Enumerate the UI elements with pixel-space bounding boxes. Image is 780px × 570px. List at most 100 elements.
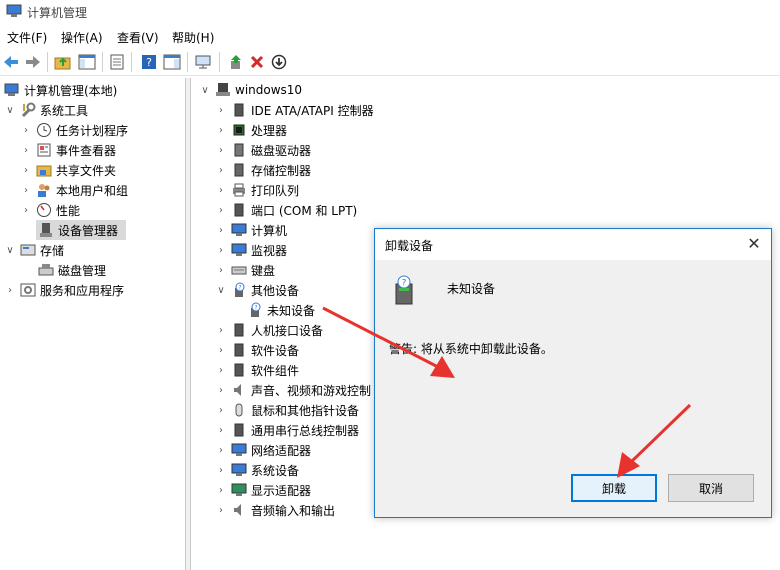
expand-icon[interactable]: › xyxy=(215,244,227,256)
device-category-item[interactable]: › 键盘 xyxy=(215,260,275,280)
menu-file[interactable]: 文件(F) xyxy=(7,29,47,46)
expand-icon[interactable]: › xyxy=(20,144,32,156)
window-title: 计算机管理 xyxy=(27,6,88,20)
properties-button[interactable] xyxy=(106,51,128,73)
tree-item-local-users[interactable]: › 本地用户和组 xyxy=(20,180,128,200)
tree-item-disk-management[interactable]: 磁盘管理 xyxy=(36,260,106,280)
expand-icon[interactable]: › xyxy=(215,204,227,216)
expand-icon[interactable]: › xyxy=(215,144,227,156)
device-category-item[interactable]: › 鼠标和其他指针设备 xyxy=(215,400,359,420)
device-category-item[interactable]: › 系统设备 xyxy=(215,460,299,480)
device-category-item[interactable]: › 端口 (COM 和 LPT) xyxy=(215,200,357,220)
update-driver-button[interactable] xyxy=(225,51,247,73)
device-category-label: 打印队列 xyxy=(251,183,300,198)
expand-icon[interactable]: › xyxy=(215,504,227,516)
tree-item-event-viewer[interactable]: › 事件查看器 xyxy=(20,140,116,160)
device-category-item[interactable]: › 人机接口设备 xyxy=(215,320,323,340)
tree-item-task-scheduler[interactable]: › 任务计划程序 xyxy=(20,120,128,140)
expand-icon[interactable]: › xyxy=(215,124,227,136)
expand-icon[interactable]: › xyxy=(215,364,227,376)
device-category-label: 软件组件 xyxy=(251,363,300,378)
ide-controller-icon xyxy=(234,103,244,117)
expand-icon[interactable]: › xyxy=(215,404,227,416)
expand-icon[interactable]: › xyxy=(215,264,227,276)
uninstall-button[interactable]: 卸载 xyxy=(571,474,657,502)
device-category-item[interactable]: › IDE ATA/ATAPI 控制器 xyxy=(215,100,374,120)
device-category-item[interactable]: › 磁盘驱动器 xyxy=(215,140,311,160)
expand-icon[interactable]: › xyxy=(215,344,227,356)
uninstall-button[interactable] xyxy=(246,51,268,73)
expand-icon[interactable]: › xyxy=(20,124,32,136)
storage-controller-icon xyxy=(234,163,244,177)
back-button[interactable] xyxy=(0,51,22,73)
device-category-item[interactable]: › 音频输入和输出 xyxy=(215,500,335,520)
disable-button[interactable] xyxy=(268,51,290,73)
uninstall-device-dialog: 卸载设备 ✕ ? 未知设备 警告: 将从系统中卸载此设备。 卸载 取消 xyxy=(374,228,772,518)
properties-icon xyxy=(110,54,124,70)
tree-item-system-tools[interactable]: ∨ 系统工具 xyxy=(4,100,88,120)
device-category-item[interactable]: › 显示适配器 xyxy=(215,480,311,500)
collapse-icon[interactable]: ∨ xyxy=(215,284,227,296)
device-category-item[interactable]: ∨? 其他设备 xyxy=(215,280,299,300)
menu-help[interactable]: 帮助(H) xyxy=(172,29,214,46)
collapse-icon[interactable]: ∨ xyxy=(199,84,211,96)
expand-icon[interactable]: › xyxy=(215,164,227,176)
device-category-item[interactable]: › 监视器 xyxy=(215,240,287,260)
port-icon xyxy=(234,203,244,217)
device-category-item[interactable]: › 声音、视频和游戏控制 xyxy=(215,380,371,400)
forward-icon xyxy=(26,56,40,68)
expand-icon[interactable]: › xyxy=(215,384,227,396)
tree-item-shared-folders[interactable]: › 共享文件夹 xyxy=(20,160,116,180)
computer-icon xyxy=(216,83,230,96)
expand-icon[interactable]: › xyxy=(215,464,227,476)
monitor-button[interactable] xyxy=(192,51,214,73)
device-category-item[interactable]: › 计算机 xyxy=(215,220,287,240)
menu-action[interactable]: 操作(A) xyxy=(61,29,103,46)
device-category-item[interactable]: › 网络适配器 xyxy=(215,440,311,460)
expand-icon[interactable]: › xyxy=(215,424,227,436)
expand-icon[interactable]: › xyxy=(215,324,227,336)
tree-item-computer-management[interactable]: 计算机管理(本地) xyxy=(4,80,117,100)
collapse-icon[interactable]: ∨ xyxy=(4,104,16,116)
svg-text:?: ? xyxy=(238,285,241,292)
close-icon[interactable]: ✕ xyxy=(745,235,763,253)
device-category-item[interactable]: ? 未知设备 xyxy=(243,300,315,320)
device-category-label: 端口 (COM 和 LPT) xyxy=(251,203,358,218)
device-category-label: 存储控制器 xyxy=(251,163,312,178)
tree-item-label: 本地用户和组 xyxy=(56,183,129,198)
action-pane-button[interactable] xyxy=(161,51,183,73)
device-category-item[interactable]: › 打印队列 xyxy=(215,180,299,200)
expand-icon[interactable]: › xyxy=(20,164,32,176)
help-icon: ? xyxy=(142,55,156,69)
up-folder-button[interactable] xyxy=(52,51,74,73)
svg-text:?: ? xyxy=(146,56,152,69)
expand-icon[interactable]: › xyxy=(4,284,16,296)
device-category-label: 音频输入和输出 xyxy=(251,503,336,518)
tree-item-device-manager[interactable]: 设备管理器 xyxy=(36,220,126,240)
expand-icon[interactable]: › xyxy=(215,484,227,496)
forward-button[interactable] xyxy=(22,51,44,73)
expand-icon[interactable]: › xyxy=(20,204,32,216)
expand-icon[interactable]: › xyxy=(215,104,227,116)
expand-icon[interactable]: › xyxy=(215,224,227,236)
device-category-label: 显示适配器 xyxy=(251,483,312,498)
show-hide-tree-button[interactable] xyxy=(76,51,98,73)
menu-view[interactable]: 查看(V) xyxy=(117,29,159,46)
tree-item-performance[interactable]: › 性能 xyxy=(20,200,80,220)
device-category-item[interactable]: › 处理器 xyxy=(215,120,287,140)
tree-item-services-apps[interactable]: › 服务和应用程序 xyxy=(4,280,124,300)
tree-item-storage[interactable]: ∨ 存储 xyxy=(4,240,64,260)
expand-icon[interactable]: › xyxy=(215,444,227,456)
shared-folder-icon xyxy=(36,165,52,177)
expand-icon[interactable]: › xyxy=(215,184,227,196)
mouse-icon xyxy=(235,403,243,417)
device-category-item[interactable]: › 软件设备 xyxy=(215,340,299,360)
collapse-icon[interactable]: ∨ xyxy=(4,244,16,256)
device-tree-root[interactable]: ∨ windows10 xyxy=(199,80,302,100)
device-category-item[interactable]: › 软件组件 xyxy=(215,360,299,380)
device-category-item[interactable]: › 存储控制器 xyxy=(215,160,311,180)
help-button[interactable]: ? xyxy=(138,51,160,73)
expand-icon[interactable]: › xyxy=(20,184,32,196)
cancel-button[interactable]: 取消 xyxy=(668,474,754,502)
device-category-item[interactable]: › 通用串行总线控制器 xyxy=(215,420,359,440)
